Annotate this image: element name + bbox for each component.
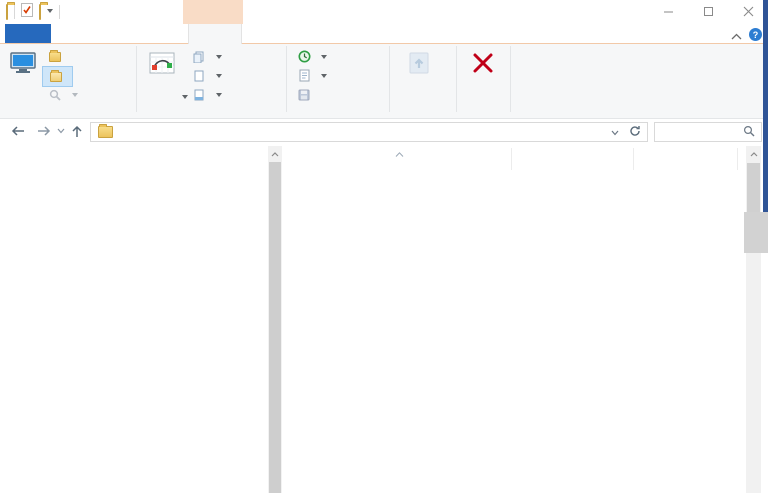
scroll-up-icon[interactable] <box>746 146 761 162</box>
recent-searches-icon <box>295 50 313 63</box>
background-window-edge <box>763 0 768 212</box>
kind-button[interactable] <box>186 47 226 66</box>
tab-file[interactable] <box>5 24 51 43</box>
current-folder-button[interactable] <box>42 47 71 66</box>
group-separator <box>456 46 457 112</box>
sidebar-scrollbar[interactable] <box>268 146 282 493</box>
address-dropdown-caret-icon[interactable] <box>611 125 619 139</box>
address-bar[interactable] <box>90 122 648 142</box>
quick-access-toolbar <box>6 3 60 20</box>
close-search-icon <box>471 47 495 79</box>
divider <box>14 5 15 19</box>
folder-icon <box>46 52 64 62</box>
date-modified-button[interactable] <box>139 47 185 109</box>
back-arrow-icon[interactable] <box>10 124 26 138</box>
tab-search[interactable] <box>188 24 242 44</box>
ribbon-search <box>0 44 768 119</box>
other-properties-button[interactable] <box>186 85 226 104</box>
ribbon-tab-bar <box>0 24 768 44</box>
folder-icon[interactable] <box>6 5 8 19</box>
address-bar-row <box>0 119 768 146</box>
group-separator <box>136 46 137 112</box>
folder-icon <box>97 126 113 138</box>
properties-check-icon[interactable] <box>21 3 33 20</box>
other-properties-icon <box>190 89 208 101</box>
advanced-options-icon <box>295 69 313 82</box>
search-icon[interactable] <box>743 125 755 140</box>
divider <box>59 5 60 19</box>
recent-searches-button[interactable] <box>291 47 331 66</box>
close-button[interactable] <box>728 0 768 22</box>
size-icon <box>190 70 208 82</box>
scroll-up-icon[interactable] <box>268 146 282 162</box>
search-box[interactable] <box>654 122 762 142</box>
open-file-location-icon <box>406 47 432 79</box>
up-arrow-icon[interactable] <box>70 124 84 139</box>
tab-home[interactable] <box>56 24 100 43</box>
column-divider[interactable] <box>633 148 634 170</box>
forward-arrow-icon[interactable] <box>36 124 52 138</box>
background-window-fragment <box>744 212 768 253</box>
search-tools-contextual-tab <box>183 0 243 24</box>
recent-locations-caret-icon[interactable] <box>57 128 65 134</box>
all-subfolders-button[interactable] <box>42 66 73 87</box>
title-bar <box>0 0 768 24</box>
group-separator <box>389 46 390 112</box>
dropdown-caret-icon[interactable] <box>47 5 53 19</box>
maximize-button[interactable] <box>688 0 728 22</box>
this-pc-button[interactable] <box>4 47 42 109</box>
computer-icon <box>9 47 37 79</box>
date-modified-icon <box>149 47 175 79</box>
search-again-button[interactable] <box>42 85 82 104</box>
subfolders-icon <box>47 72 65 82</box>
file-list-pane <box>285 146 768 493</box>
sort-ascending-icon <box>395 146 404 160</box>
navigation-pane <box>0 146 284 493</box>
column-divider[interactable] <box>511 148 512 170</box>
help-icon[interactable]: ? <box>749 28 762 41</box>
save-search-button[interactable] <box>291 85 320 104</box>
tab-share[interactable] <box>102 24 146 43</box>
open-file-location-button[interactable] <box>392 47 446 109</box>
tab-view[interactable] <box>148 24 188 43</box>
advanced-options-button[interactable] <box>291 66 331 85</box>
sidebar-scrollbar-thumb[interactable] <box>269 162 281 493</box>
new-folder-icon[interactable] <box>39 5 41 19</box>
search-again-icon <box>46 89 64 101</box>
minimize-button[interactable] <box>648 0 688 22</box>
group-separator <box>510 46 511 112</box>
collapse-ribbon-icon[interactable] <box>731 29 742 43</box>
file-list-scrollbar[interactable] <box>746 146 761 493</box>
kind-icon <box>190 51 208 63</box>
size-button[interactable] <box>186 66 226 85</box>
group-separator <box>286 46 287 112</box>
close-search-button[interactable] <box>460 47 506 109</box>
column-divider[interactable] <box>737 148 738 170</box>
save-search-icon <box>295 89 313 101</box>
refresh-icon[interactable] <box>629 125 641 140</box>
